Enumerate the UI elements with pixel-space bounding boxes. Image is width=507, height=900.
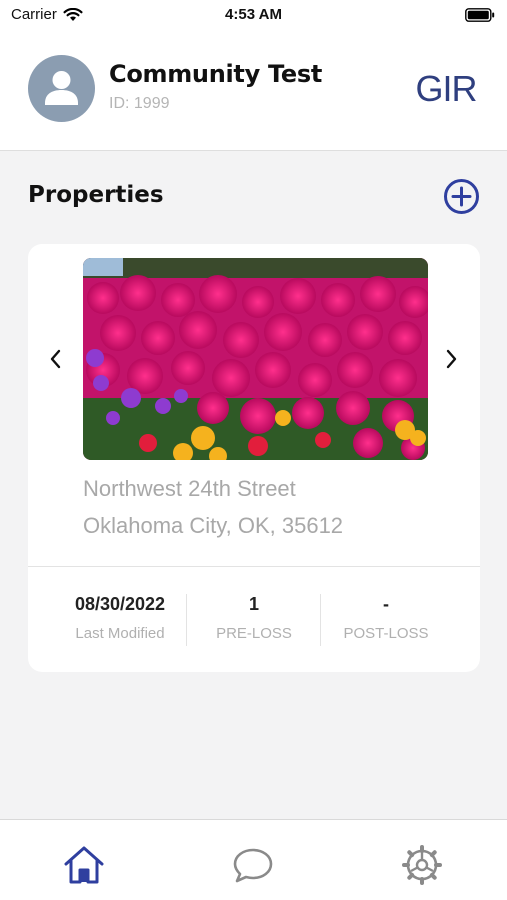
status-time: 4:53 AM (225, 6, 282, 23)
tab-bar (0, 819, 507, 900)
stat-value: - (383, 594, 389, 614)
address-line-1: Northwest 24th Street (83, 476, 296, 501)
header: Community Test ID: 1999 GIR (0, 32, 507, 151)
community-id: ID: 1999 (109, 95, 170, 112)
add-property-button[interactable] (443, 178, 480, 215)
stat-divider (186, 594, 187, 646)
stat-label: Last Modified (75, 625, 165, 642)
svg-text:GIR: GIR (415, 68, 476, 108)
next-photo-button[interactable] (439, 344, 463, 374)
stat-label: PRE-LOSS (216, 625, 292, 642)
community-name: Community Test (109, 60, 323, 88)
stat-post-loss: - POST-LOSS (320, 594, 452, 642)
previous-photo-button[interactable] (44, 344, 68, 374)
avatar[interactable] (28, 55, 95, 122)
status-bar: Carrier 4:53 AM (0, 0, 507, 32)
property-card[interactable]: Northwest 24th Street Oklahoma City, OK,… (28, 244, 480, 672)
settings-icon[interactable] (400, 844, 444, 886)
section-title: Properties (28, 182, 164, 208)
gir-logo: GIR (415, 68, 477, 108)
stat-value: 08/30/2022 (74, 594, 166, 614)
battery-icon (465, 8, 495, 22)
stat-value: 1 (248, 594, 259, 614)
address-line-2: Oklahoma City, OK, 35612 (83, 513, 344, 538)
user-icon (45, 71, 78, 105)
chat-icon[interactable] (231, 844, 275, 886)
stat-pre-loss: 1 PRE-LOSS (188, 594, 320, 642)
property-photo (83, 258, 428, 460)
home-icon[interactable] (62, 844, 106, 886)
stat-label: POST-LOSS (343, 625, 429, 642)
stat-last-modified: 08/30/2022 Last Modified (48, 594, 192, 642)
card-divider (28, 566, 480, 567)
